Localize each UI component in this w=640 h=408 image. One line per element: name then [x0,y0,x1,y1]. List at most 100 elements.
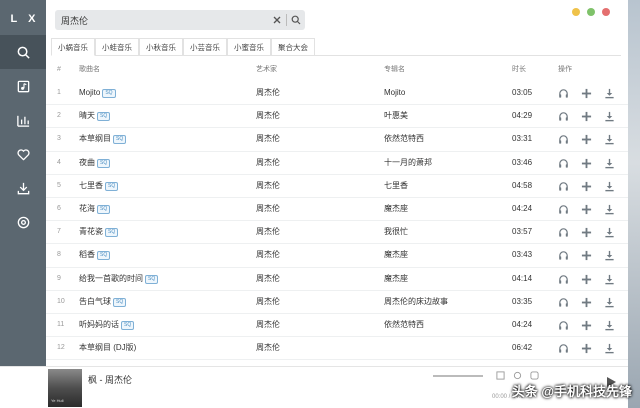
song-album[interactable]: 魔杰座 [384,268,408,290]
album-cover[interactable]: Ye Huli [48,369,82,407]
add-icon[interactable] [581,88,592,99]
song-album[interactable]: 七里香 [384,175,408,197]
song-artist[interactable]: 周杰伦 [256,337,280,359]
listen-icon[interactable] [558,88,569,99]
song-row[interactable]: 7 青花瓷 SQ 周杰伦 我很忙 03:57 [46,221,628,245]
tab-source-1[interactable]: 小蜗音乐 [51,38,95,56]
listen-icon[interactable] [558,111,569,122]
search-input[interactable]: 周杰伦 [55,14,268,27]
download-song-icon[interactable] [604,158,615,169]
song-row[interactable]: 8 稻香 SQ 周杰伦 魔杰座 03:43 [46,244,628,268]
song-album[interactable]: 依然范特西 [384,128,424,150]
download-song-icon[interactable] [604,204,615,215]
song-album[interactable]: 魔杰座 [384,198,408,220]
song-row[interactable]: 5 七里香 SQ 周杰伦 七里香 04:58 [46,175,628,198]
song-artist[interactable]: 周杰伦 [256,221,280,243]
add-icon[interactable] [581,134,592,145]
download-song-icon[interactable] [604,111,615,122]
sidebar-item-favorites[interactable] [0,137,46,171]
search-bar[interactable]: 周杰伦 [55,10,305,30]
add-icon[interactable] [581,343,592,354]
minimize-button[interactable] [572,8,580,16]
add-icon[interactable] [581,274,592,285]
add-icon[interactable] [581,158,592,169]
song-artist[interactable]: 周杰伦 [256,82,280,104]
song-name: 告白气球 [79,296,111,306]
song-row[interactable]: 12 本草纲目 (DJ版) 周杰伦 06:42 [46,337,628,361]
add-icon[interactable] [581,111,592,122]
download-song-icon[interactable] [604,227,615,238]
download-song-icon[interactable] [604,181,615,192]
sidebar-item-playlist[interactable] [0,69,46,103]
download-song-icon[interactable] [604,88,615,99]
listen-icon[interactable] [558,227,569,238]
add-icon[interactable] [581,297,592,308]
tab-source-2[interactable]: 小蛙音乐 [95,38,139,55]
download-song-icon[interactable] [604,274,615,285]
sidebar-item-download[interactable] [0,171,46,205]
download-song-icon[interactable] [604,134,615,145]
song-actions [558,274,615,285]
listen-icon[interactable] [558,297,569,308]
song-artist[interactable]: 周杰伦 [256,244,280,266]
listen-icon[interactable] [558,204,569,215]
heart-outline-icon[interactable] [530,371,539,380]
sidebar-item-search[interactable] [0,35,46,69]
song-artist[interactable]: 周杰伦 [256,198,280,220]
close-button[interactable] [602,8,610,16]
song-name: 花海 [79,203,95,213]
download-song-icon[interactable] [604,250,615,261]
song-row[interactable]: 10 告白气球 SQ 周杰伦 周杰伦的床边故事 03:35 [46,291,628,314]
listen-icon[interactable] [558,274,569,285]
song-row[interactable]: 2 晴天 SQ 周杰伦 叶惠美 04:29 [46,105,628,129]
search-submit-icon[interactable] [287,10,305,30]
song-album[interactable]: 周杰伦的床边故事 [384,291,448,313]
song-name-cell: Mojito SQ [79,82,116,104]
song-album[interactable]: 我很忙 [384,221,408,243]
listen-icon[interactable] [558,158,569,169]
song-artist[interactable]: 周杰伦 [256,175,280,197]
song-row[interactable]: 6 花海 SQ 周杰伦 魔杰座 04:24 [46,198,628,222]
song-artist[interactable]: 周杰伦 [256,105,280,127]
lyrics-icon[interactable] [496,371,505,380]
song-album[interactable]: 魔杰座 [384,244,408,266]
song-album[interactable]: 叶惠美 [384,105,408,127]
download-song-icon[interactable] [604,320,615,331]
listen-icon[interactable] [558,181,569,192]
maximize-button[interactable] [587,8,595,16]
song-artist[interactable]: 周杰伦 [256,152,280,174]
song-album[interactable]: Mojito [384,82,405,104]
song-row[interactable]: 9 给我一首歌的时间 SQ 周杰伦 魔杰座 04:14 [46,268,628,291]
add-icon[interactable] [581,204,592,215]
volume-slider[interactable] [433,375,483,377]
add-icon[interactable] [581,227,592,238]
song-artist[interactable]: 周杰伦 [256,291,280,313]
tab-source-4[interactable]: 小芸音乐 [183,38,227,55]
tab-source-3[interactable]: 小秋音乐 [139,38,183,55]
add-icon[interactable] [581,320,592,331]
listen-icon[interactable] [558,343,569,354]
download-song-icon[interactable] [604,297,615,308]
song-artist[interactable]: 周杰伦 [256,268,280,290]
add-icon[interactable] [581,181,592,192]
tab-source-5[interactable]: 小蜜音乐 [227,38,271,55]
song-row[interactable]: 4 夜曲 SQ 周杰伦 十一月的萧邦 03:46 [46,152,628,175]
listen-icon[interactable] [558,134,569,145]
song-row[interactable]: 3 本草纲目 SQ 周杰伦 依然范特西 03:31 [46,128,628,152]
tab-source-6[interactable]: 聚合大会 [271,38,315,55]
song-row[interactable]: 11 听妈妈的话 SQ 周杰伦 依然范特西 04:24 [46,314,628,338]
listen-icon[interactable] [558,250,569,261]
clear-icon[interactable] [268,10,286,30]
song-album[interactable]: 十一月的萧邦 [384,152,432,174]
sidebar-item-charts[interactable] [0,103,46,137]
loop-icon[interactable] [513,371,522,380]
song-artist[interactable]: 周杰伦 [256,314,280,336]
add-icon[interactable] [581,250,592,261]
song-row[interactable]: 1 Mojito SQ 周杰伦 Mojito 03:05 [46,82,628,106]
search-icon [17,46,30,59]
sidebar-item-settings[interactable] [0,205,46,239]
song-album[interactable]: 依然范特西 [384,314,424,336]
download-song-icon[interactable] [604,343,615,354]
listen-icon[interactable] [558,320,569,331]
song-artist[interactable]: 周杰伦 [256,128,280,150]
